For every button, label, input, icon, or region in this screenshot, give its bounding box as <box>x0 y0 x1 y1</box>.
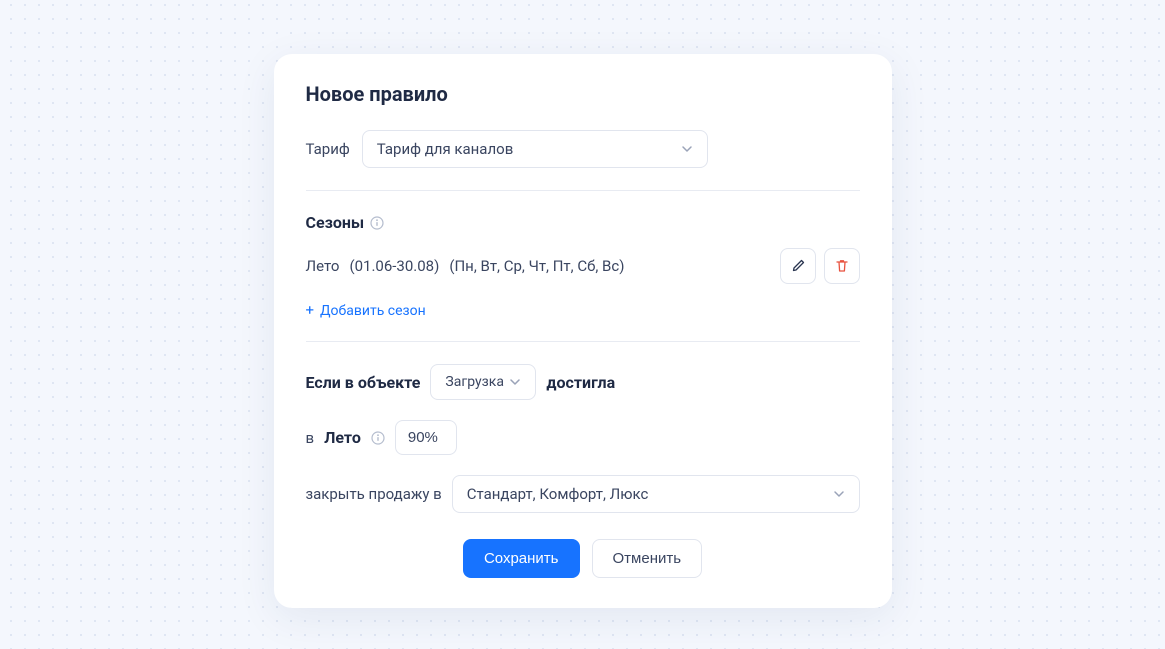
plus-icon: + <box>306 303 315 318</box>
rooms-select[interactable]: Стандарт, Комфорт, Люкс <box>452 475 860 513</box>
card-title: Новое правило <box>306 82 860 106</box>
divider <box>306 190 860 191</box>
condition-row-2: в Лето <box>306 420 860 455</box>
info-icon[interactable] <box>371 431 385 445</box>
tariff-row: Тариф Тариф для каналов <box>306 130 860 168</box>
rule-form-card: Новое правило Тариф Тариф для каналов Се… <box>274 54 892 608</box>
threshold-input[interactable] <box>395 420 457 455</box>
seasons-title-row: Сезоны <box>306 213 860 232</box>
divider <box>306 341 860 342</box>
save-button[interactable]: Сохранить <box>463 539 580 578</box>
tariff-select[interactable]: Тариф для каналов <box>362 130 708 168</box>
season-days: (Пн, Вт, Ср, Чт, Пт, Сб, Вс) <box>449 257 624 275</box>
info-icon[interactable] <box>370 216 384 230</box>
add-season-label: Добавить сезон <box>320 303 426 319</box>
seasons-title: Сезоны <box>306 213 365 232</box>
condition-season-name: Лето <box>324 428 361 447</box>
metric-select[interactable]: Загрузка <box>430 364 536 400</box>
delete-season-button[interactable] <box>824 248 860 284</box>
season-actions <box>780 248 860 284</box>
chevron-down-icon <box>833 488 845 500</box>
edit-season-button[interactable] <box>780 248 816 284</box>
add-season-link[interactable]: + Добавить сезон <box>306 303 426 319</box>
season-dates: (01.06-30.08) <box>349 257 439 275</box>
metric-select-value: Загрузка <box>445 374 504 390</box>
condition-prefix: Если в объекте <box>306 373 421 392</box>
condition-row-3: закрыть продажу в Стандарт, Комфорт, Люк… <box>306 475 860 513</box>
tariff-select-value: Тариф для каналов <box>377 140 514 158</box>
in-prefix: в <box>306 429 315 447</box>
rooms-select-value: Стандарт, Комфорт, Люкс <box>467 485 649 503</box>
form-actions: Сохранить Отменить <box>306 539 860 578</box>
pencil-icon <box>790 258 806 274</box>
condition-row-1: Если в объекте Загрузка достигла <box>306 364 860 400</box>
condition-reached: достигла <box>546 373 615 392</box>
trash-icon <box>834 258 850 274</box>
chevron-down-icon <box>681 143 693 155</box>
close-prefix: закрыть продажу в <box>306 485 442 503</box>
season-info: Лето (01.06-30.08) (Пн, Вт, Ср, Чт, Пт, … <box>306 257 625 275</box>
cancel-button[interactable]: Отменить <box>592 539 703 578</box>
season-row: Лето (01.06-30.08) (Пн, Вт, Ср, Чт, Пт, … <box>306 248 860 284</box>
chevron-down-icon <box>509 376 521 388</box>
tariff-label: Тариф <box>306 140 350 158</box>
season-name: Лето <box>306 257 340 275</box>
